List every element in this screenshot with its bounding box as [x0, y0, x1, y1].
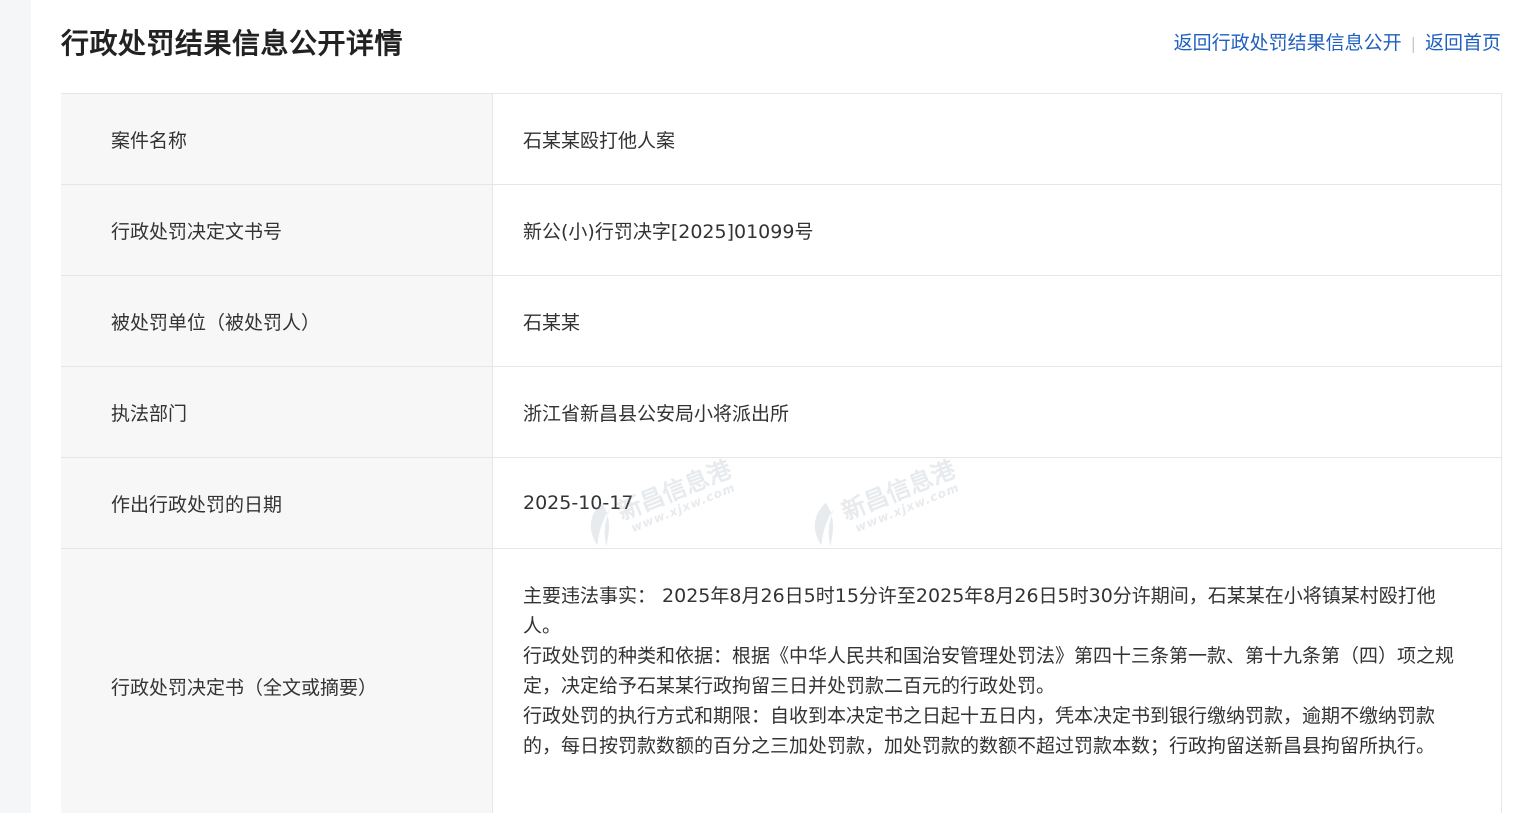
page-header: 行政处罚结果信息公开详情 返回行政处罚结果信息公开 | 返回首页 — [61, 0, 1501, 84]
header-links: 返回行政处罚结果信息公开 | 返回首页 — [1174, 28, 1501, 55]
link-separator: | — [1410, 34, 1416, 53]
penalized-party-value: 石某某 — [523, 311, 581, 334]
back-to-list-link[interactable]: 返回行政处罚结果信息公开 — [1174, 32, 1402, 54]
table-row: 行政处罚决定文书号 新公(小)行罚决字[2025]01099号 — [61, 185, 1501, 276]
case-name-value: 石某某殴打他人案 — [523, 129, 676, 152]
decision-basis: 行政处罚的种类和依据：根据《中华人民共和国治安管理处罚法》第四十三条第一款、第十… — [523, 645, 1455, 697]
case-detail-table: 案件名称 石某某殴打他人案 行政处罚决定文书号 新公(小)行罚决字[2025]0… — [61, 93, 1502, 813]
content-panel: 行政处罚结果信息公开详情 返回行政处罚结果信息公开 | 返回首页 案件名称 石某某殴… — [31, 0, 1539, 813]
penalty-date-label: 作出行政处罚的日期 — [61, 458, 493, 548]
decision-label: 行政处罚决定书（全文或摘要） — [61, 549, 493, 813]
document-number-label: 行政处罚决定文书号 — [61, 185, 493, 275]
enforcement-department-value: 浙江省新昌县公安局小将派出所 — [523, 402, 790, 425]
case-name-label: 案件名称 — [61, 94, 493, 184]
enforcement-department-label: 执法部门 — [61, 367, 493, 457]
table-row: 执法部门 浙江省新昌县公安局小将派出所 — [61, 367, 1501, 458]
table-row: 行政处罚决定书（全文或摘要） 主要违法事实： 2025年8月26日5时15分许至… — [61, 549, 1501, 813]
home-link[interactable]: 返回首页 — [1425, 32, 1501, 54]
table-row: 被处罚单位（被处罚人） 石某某 — [61, 276, 1501, 367]
penalty-date-value: 2025-10-17 — [523, 492, 634, 514]
document-number-value: 新公(小)行罚决字[2025]01099号 — [523, 220, 814, 243]
decision-execution: 行政处罚的执行方式和期限：自收到本决定书之日起十五日内，凭本决定书到银行缴纳罚款… — [523, 705, 1436, 757]
table-row: 案件名称 石某某殴打他人案 — [61, 94, 1501, 185]
page-title: 行政处罚结果信息公开详情 — [61, 27, 404, 60]
decision-content: 主要违法事实： 2025年8月26日5时15分许至2025年8月26日5时30分… — [493, 549, 1501, 813]
decision-facts: 主要违法事实： 2025年8月26日5时15分许至2025年8月26日5时30分… — [523, 585, 1436, 637]
penalized-party-label: 被处罚单位（被处罚人） — [61, 276, 493, 366]
table-row: 作出行政处罚的日期 2025-10-17 — [61, 458, 1501, 549]
